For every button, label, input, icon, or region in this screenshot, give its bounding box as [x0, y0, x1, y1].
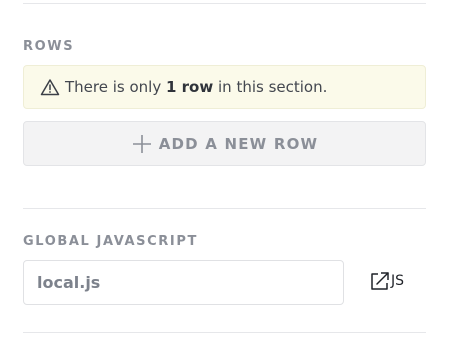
notice-text-after: in this section.: [218, 78, 328, 96]
plus-icon: [131, 133, 153, 155]
notice-row-count: 1 row: [166, 78, 214, 96]
settings-panel: ROWS There is only 1 row in this section…: [0, 0, 449, 358]
bottom-divider: [23, 332, 426, 333]
external-link-icon: [369, 270, 391, 292]
rows-notice: There is only 1 row in this section.: [23, 65, 426, 109]
global-javascript-value: local.js: [37, 273, 101, 292]
notice-text-before: There is only: [65, 78, 162, 96]
rows-section-label: ROWS: [23, 39, 75, 54]
section-divider: [23, 208, 426, 209]
top-divider: [23, 3, 426, 4]
add-new-row-button[interactable]: ADD A NEW ROW: [23, 121, 426, 166]
open-js-link[interactable]: JS: [369, 269, 404, 293]
warning-icon: [40, 78, 60, 96]
open-js-label: JS: [391, 273, 405, 289]
global-javascript-input[interactable]: local.js: [23, 260, 344, 305]
add-new-row-label: ADD A NEW ROW: [158, 134, 319, 153]
global-javascript-label: GLOBAL JAVASCRIPT: [23, 234, 198, 249]
